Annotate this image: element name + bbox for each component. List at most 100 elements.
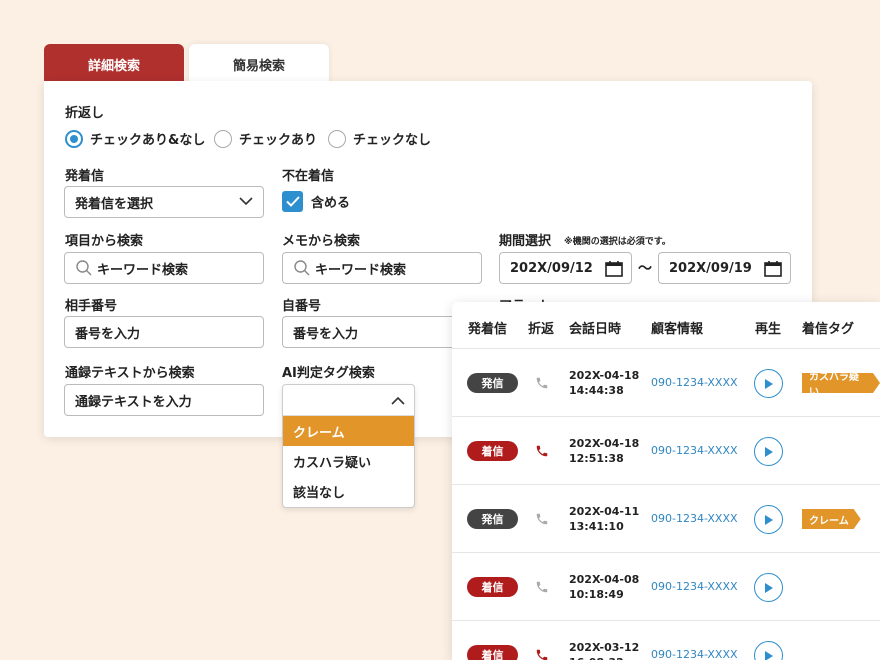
- radio-label: チェックあり&なし: [90, 133, 206, 148]
- aite-number-input[interactable]: 番号を入力: [64, 316, 264, 348]
- column-header: 再生: [755, 322, 782, 337]
- radio-label: チェックなし: [353, 133, 432, 148]
- table-row[interactable]: 発信 202X-04-18 14:44:38 090-1234-XXXX カスハラ疑い: [452, 348, 880, 416]
- radio-unselected-icon: [328, 129, 346, 148]
- koumoku-label: 項目から検索: [65, 234, 144, 249]
- call-datetime: 202X-04-11 13:41:10: [569, 504, 639, 534]
- call-date: 202X-04-11: [569, 505, 640, 518]
- ai-tag-option-claim[interactable]: クレーム: [283, 416, 414, 446]
- call-time: 16:08:32: [569, 655, 639, 660]
- date-from-input[interactable]: 202X/09/12: [499, 252, 632, 284]
- hatchakushin-select[interactable]: 発着信を選択: [64, 186, 264, 218]
- tsuroku-text-input[interactable]: 通録テキストを入力: [64, 384, 264, 416]
- input-placeholder: 通録テキストを入力: [75, 394, 192, 410]
- customer-phone-link[interactable]: 090-1234-XXXX: [651, 580, 738, 593]
- call-type-badge: 着信: [467, 645, 518, 660]
- call-time: 14:44:38: [569, 384, 624, 397]
- table-row[interactable]: 着信 202X-04-18 12:51:38 090-1234-XXXX: [452, 416, 880, 484]
- date-range-separator: ～: [638, 261, 652, 277]
- incoming-tag-badge: カスハラ疑い: [802, 373, 880, 393]
- koumoku-search-input[interactable]: キーワード検索: [64, 252, 264, 284]
- ai-tag-option-none[interactable]: 該当なし: [283, 476, 414, 506]
- radio-check-both[interactable]: チェックあり&なし: [65, 129, 205, 148]
- input-placeholder: キーワード検索: [97, 262, 189, 278]
- input-placeholder: キーワード検索: [315, 262, 407, 278]
- callback-phone-icon: [535, 579, 549, 598]
- play-button[interactable]: [754, 505, 783, 534]
- column-header: 顧客情報: [651, 322, 704, 337]
- fuzai-label: 不在着信: [282, 169, 335, 184]
- callback-phone-icon: [535, 647, 549, 660]
- table-row[interactable]: 発信 202X-04-11 13:41:10 090-1234-XXXX クレーム: [452, 484, 880, 552]
- tab-simple-search[interactable]: 簡易検索: [189, 44, 329, 84]
- call-datetime: 202X-04-08 10:18:49: [569, 572, 639, 602]
- hatchakushin-label: 発着信: [65, 169, 105, 184]
- ai-tag-label: AI判定タグ検索: [282, 366, 375, 381]
- checkbox-checked-icon: [282, 191, 303, 212]
- ai-tag-select[interactable]: [283, 385, 414, 416]
- column-header: 発着信: [468, 322, 508, 337]
- play-icon: [764, 582, 773, 593]
- play-button[interactable]: [754, 369, 783, 398]
- search-icon: [76, 260, 92, 276]
- call-type-badge: 発信: [467, 509, 518, 529]
- column-header: 着信タグ: [802, 322, 855, 337]
- call-date: 202X-04-18: [569, 437, 640, 450]
- ai-tag-option-kasuhara[interactable]: カスハラ疑い: [283, 446, 414, 476]
- input-placeholder: 番号を入力: [75, 326, 141, 342]
- call-type-badge: 発信: [467, 373, 518, 393]
- memo-label: メモから検索: [282, 234, 361, 249]
- radio-check-yes[interactable]: チェックあり: [214, 129, 317, 148]
- play-icon: [764, 650, 773, 660]
- play-icon: [764, 514, 773, 525]
- call-date: 202X-03-12: [569, 641, 640, 654]
- ai-tag-dropdown[interactable]: クレーム カスハラ疑い 該当なし: [282, 384, 415, 508]
- tab-detail-search[interactable]: 詳細検索: [44, 44, 184, 84]
- call-type-badge: 着信: [467, 441, 518, 461]
- checkbox-label: 含める: [311, 196, 351, 211]
- date-to-input[interactable]: 202X/09/19: [658, 252, 791, 284]
- kikan-label: 期間選択: [499, 234, 552, 249]
- play-icon: [764, 378, 773, 389]
- customer-phone-link[interactable]: 090-1234-XXXX: [651, 648, 738, 660]
- date-value: 202X/09/19: [669, 260, 752, 276]
- incoming-tag-badge: クレーム: [802, 509, 861, 529]
- column-header: 折返: [528, 322, 555, 337]
- table-row[interactable]: 着信 202X-04-08 10:18:49 090-1234-XXXX: [452, 552, 880, 620]
- customer-phone-link[interactable]: 090-1234-XXXX: [651, 444, 738, 457]
- radio-check-no[interactable]: チェックなし: [328, 129, 431, 148]
- play-icon: [764, 446, 773, 457]
- play-button[interactable]: [754, 437, 783, 466]
- radio-selected-icon: [65, 129, 83, 148]
- tsuroku-label: 通録テキストから検索: [65, 366, 195, 381]
- customer-phone-link[interactable]: 090-1234-XXXX: [651, 512, 738, 525]
- calendar-icon[interactable]: [605, 260, 623, 277]
- play-button[interactable]: [754, 573, 783, 602]
- kikan-note: ※機関の選択は必須です。: [564, 237, 671, 247]
- calendar-icon[interactable]: [764, 260, 782, 277]
- call-type-badge: 着信: [467, 577, 518, 597]
- call-time: 13:41:10: [569, 520, 624, 533]
- call-date: 202X-04-18: [569, 369, 640, 382]
- callback-phone-icon: [535, 375, 549, 394]
- call-time: 12:51:38: [569, 452, 624, 465]
- search-icon: [294, 260, 310, 276]
- radio-unselected-icon: [214, 129, 232, 148]
- jibangou-label: 自番号: [282, 299, 322, 314]
- play-button[interactable]: [754, 641, 783, 660]
- radio-label: チェックあり: [239, 133, 318, 148]
- callback-phone-icon: [535, 511, 549, 530]
- date-value: 202X/09/12: [510, 260, 593, 276]
- call-datetime: 202X-03-1216:08:32: [569, 640, 639, 660]
- memo-search-input[interactable]: キーワード検索: [282, 252, 482, 284]
- input-placeholder: 番号を入力: [293, 326, 359, 342]
- orikaeshi-label: 折返し: [65, 106, 105, 121]
- customer-phone-link[interactable]: 090-1234-XXXX: [651, 376, 738, 389]
- select-value: 発着信を選択: [75, 196, 154, 212]
- chevron-up-icon: [391, 396, 405, 405]
- call-date: 202X-04-08: [569, 573, 640, 586]
- include-missed-checkbox[interactable]: 含める: [282, 191, 350, 212]
- column-header: 会話日時: [569, 322, 622, 337]
- call-time: 10:18:49: [569, 588, 624, 601]
- table-row[interactable]: 着信 202X-03-1216:08:32 090-1234-XXXX: [452, 620, 880, 660]
